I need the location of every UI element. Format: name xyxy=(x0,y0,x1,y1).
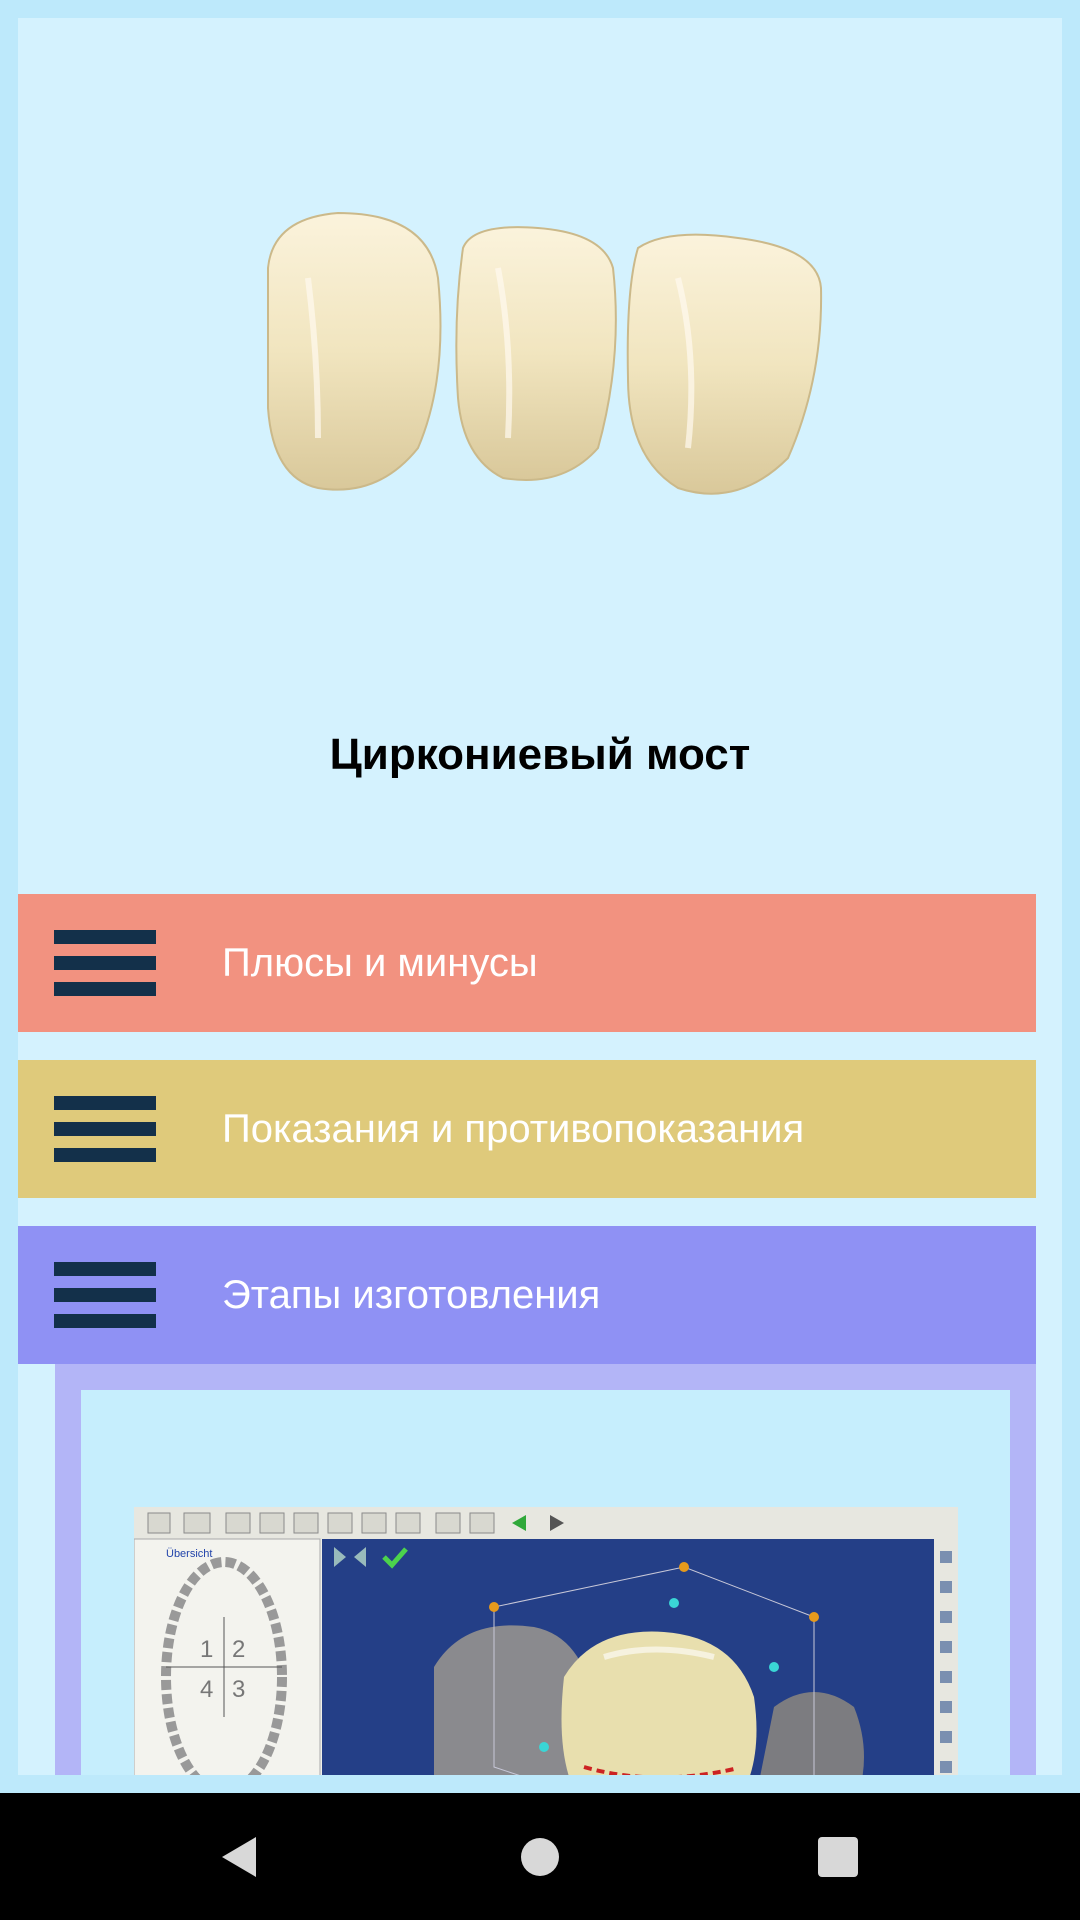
menu-item-label: Показания и противопоказания xyxy=(222,1106,805,1151)
hamburger-icon xyxy=(54,1096,156,1162)
hamburger-icon xyxy=(54,930,156,996)
cad-tab-label: Übersicht xyxy=(166,1548,212,1560)
page-title: Циркониевый мост xyxy=(329,730,751,779)
expanded-section-content: Übersicht 1 2 4 3 xyxy=(81,1390,1010,1775)
menu-item-label: Плюсы и минусы xyxy=(222,940,538,985)
back-icon[interactable] xyxy=(200,1793,280,1920)
expanded-section: Übersicht 1 2 4 3 xyxy=(55,1364,1036,1775)
svg-text:2: 2 xyxy=(232,1636,245,1663)
menu-item-manufacturing-stages[interactable]: Этапы изготовления xyxy=(18,1226,1036,1364)
svg-text:1: 1 xyxy=(200,1636,213,1663)
svg-text:3: 3 xyxy=(232,1676,245,1703)
home-icon[interactable] xyxy=(500,1793,580,1920)
recents-icon[interactable] xyxy=(798,1793,878,1920)
cad-software-image: Übersicht 1 2 4 3 xyxy=(134,1507,958,1775)
content-card: Циркониевый мост Плюсы и минусы Показани… xyxy=(18,18,1062,1775)
menu-item-label: Этапы изготовления xyxy=(222,1272,601,1317)
hamburger-icon xyxy=(54,1262,156,1328)
zirconia-bridge-image xyxy=(267,211,823,495)
cad-screenshot-illustration: Übersicht 1 2 4 3 xyxy=(134,1507,958,1775)
system-navigation-bar xyxy=(0,1793,1080,1920)
menu-item-pros-cons[interactable]: Плюсы и минусы xyxy=(18,894,1036,1032)
menu-item-indications[interactable]: Показания и противопоказания xyxy=(18,1060,1036,1198)
svg-text:4: 4 xyxy=(200,1676,213,1703)
